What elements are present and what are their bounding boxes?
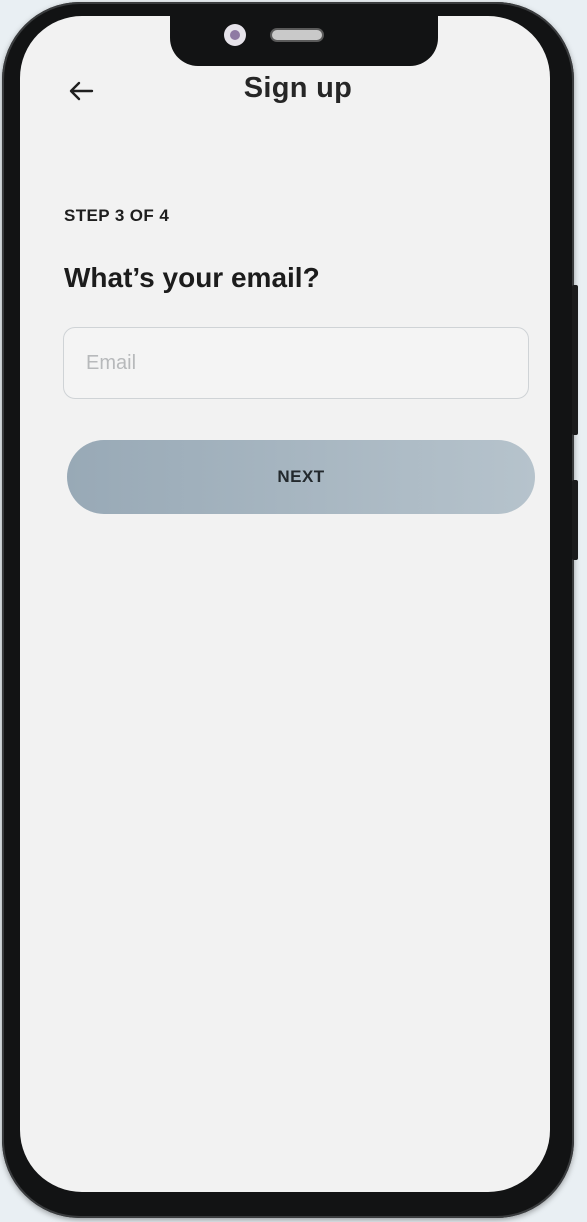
email-question-heading: What’s your email?	[64, 262, 320, 293]
phone-frame: Sign up STEP 3 OF 4 What’s your email? N…	[2, 2, 574, 1218]
step-indicator: STEP 3 OF 4	[64, 206, 170, 225]
phone-notch	[170, 16, 438, 66]
email-input[interactable]	[63, 327, 529, 399]
front-camera-icon	[224, 24, 246, 46]
earpiece-speaker-icon	[270, 28, 324, 42]
signup-screen: Sign up STEP 3 OF 4 What’s your email? N…	[20, 16, 550, 1192]
page-title: Sign up	[243, 72, 353, 104]
volume-button	[572, 285, 578, 435]
power-button	[572, 480, 578, 560]
next-button[interactable]: NEXT	[67, 440, 535, 514]
